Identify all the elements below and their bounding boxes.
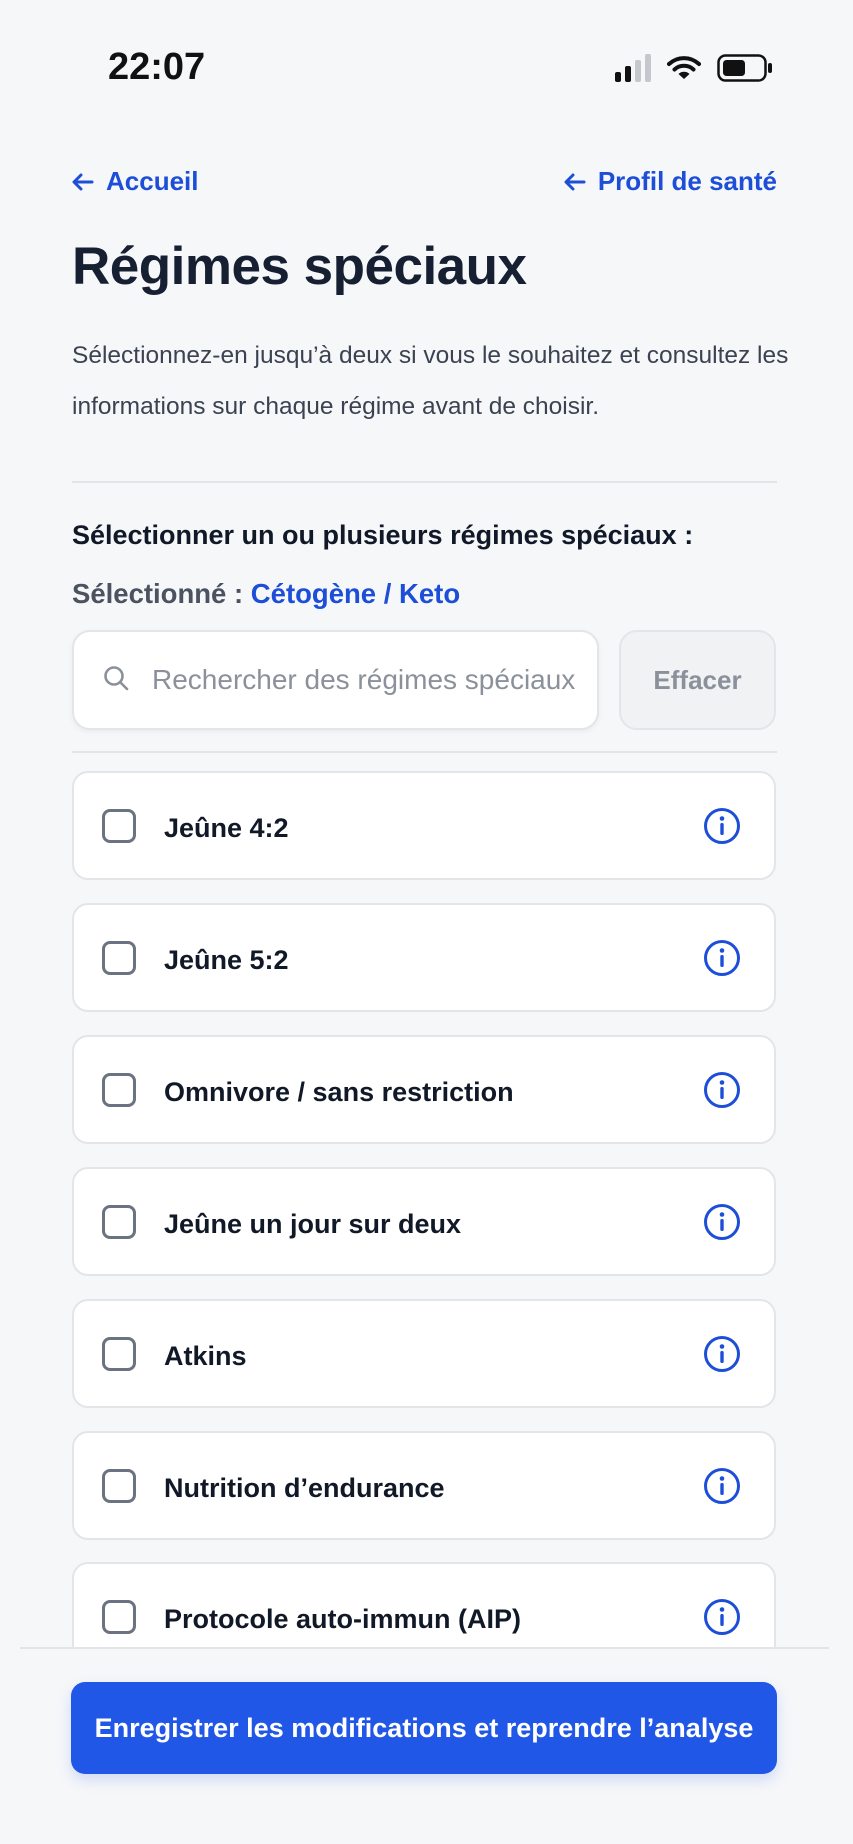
diet-option-jeune-5-2[interactable]: Jeûne 5:2 [72,903,776,1012]
info-icon[interactable] [703,1203,741,1241]
checkbox[interactable] [102,941,136,975]
selected-summary: Sélectionné : Cétogène / Keto [72,578,460,610]
selected-prefix: Sélectionné : [72,578,251,609]
battery-icon [717,54,773,82]
diet-option-label: Protocole auto-immun (AIP) [164,1604,521,1634]
info-icon[interactable] [703,807,741,845]
diet-option-aip[interactable]: Protocole auto-immun (AIP) [72,1562,776,1647]
status-bar: 22:07 [0,0,853,140]
save-and-resume-button[interactable]: Enregistrer les modifications et reprend… [71,1682,777,1774]
divider [72,751,777,753]
back-link-label: Accueil [106,166,199,196]
diet-option-atkins[interactable]: Atkins [72,1299,776,1408]
status-time: 22:07 [108,46,206,88]
search-input[interactable] [152,664,592,696]
checkbox[interactable] [102,1073,136,1107]
info-icon[interactable] [703,1335,741,1373]
checkbox[interactable] [102,1337,136,1371]
info-icon[interactable] [703,1467,741,1505]
diet-option-label: Jeûne 5:2 [164,945,289,975]
arrow-left-icon [564,173,586,191]
diet-option-label: Nutrition d’endurance [164,1473,445,1503]
cellular-signal-icon [615,54,651,82]
profile-link-label: Profil de santé [597,166,777,196]
diet-option-endurance-nutrition[interactable]: Nutrition d’endurance [72,1431,776,1540]
page-intro: Sélectionnez-en jusqu’à deux si vous le … [72,342,789,420]
divider [72,481,777,483]
arrow-left-icon [72,173,94,191]
diet-option-label: Jeûne un jour sur deux [164,1209,462,1239]
info-icon[interactable] [703,1071,741,1109]
checkbox[interactable] [102,1469,136,1503]
diet-option-label: Atkins [164,1341,247,1371]
checkbox[interactable] [102,809,136,843]
diet-option-label: Omnivore / sans restriction [164,1077,514,1107]
info-icon[interactable] [703,939,741,977]
info-icon[interactable] [703,1598,741,1636]
status-icons [615,54,773,82]
clear-button[interactable]: Effacer [619,630,776,730]
back-to-home-link[interactable]: Accueil [72,166,199,197]
top-navigation: Accueil Profil de santé [72,166,777,197]
diet-option-omnivore[interactable]: Omnivore / sans restriction [72,1035,776,1144]
health-profile-link[interactable]: Profil de santé [564,166,777,197]
diet-option-label: Jeûne 4:2 [164,813,289,843]
diet-option-alternate-day-fasting[interactable]: Jeûne un jour sur deux [72,1167,776,1276]
search-icon [102,664,130,697]
selected-value: Cétogène / Keto [250,578,461,609]
diet-option-jeune-4-2[interactable]: Jeûne 4:2 [72,771,776,880]
search-box[interactable] [72,630,599,730]
checkbox[interactable] [102,1600,136,1634]
diet-list: Jeûne 4:2 Jeûne 5:2 Omnivore / sans rest… [72,771,776,1647]
checkbox[interactable] [102,1205,136,1239]
app-screen: 22:07 Accueil Profil de santé Régimes sp… [0,0,853,1844]
page-title: Régimes spéciaux [72,237,527,296]
selection-heading: Sélectionner un ou plusieurs régimes spé… [72,520,694,550]
wifi-icon [667,55,701,81]
